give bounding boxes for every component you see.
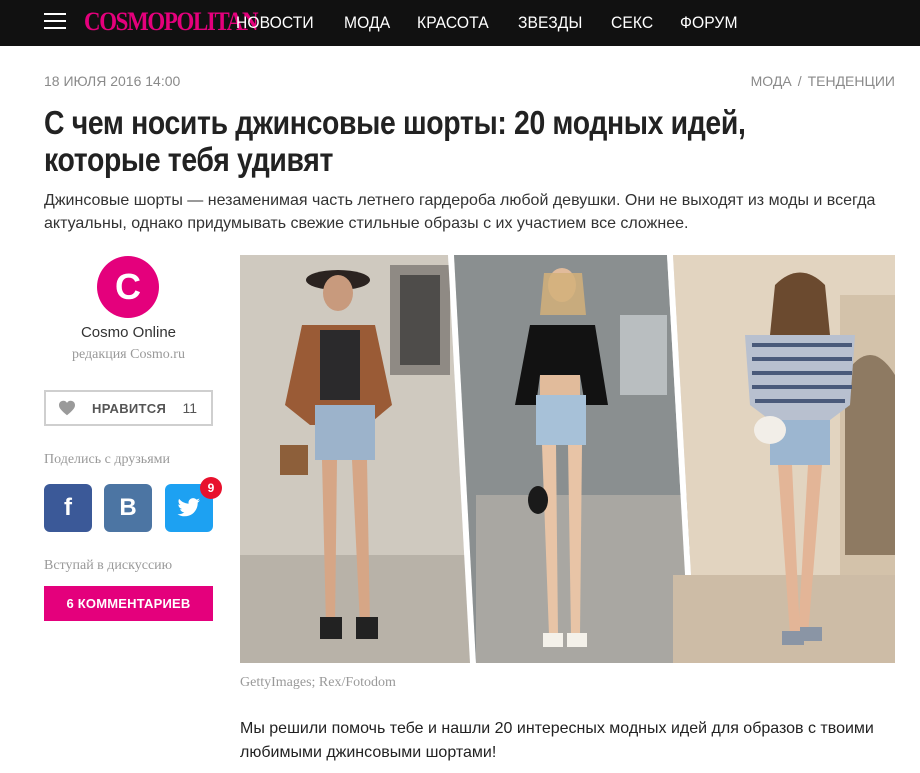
author-role: редакция Cosmo.ru — [72, 347, 185, 362]
author-name[interactable]: Cosmo Online — [44, 324, 213, 341]
twitter-count-badge: 9 — [200, 477, 222, 499]
facebook-share-button[interactable]: f — [44, 484, 92, 532]
top-navbar: COSMOPOLITAN НОВОСТИ МОДА КРАСОТА ЗВЕЗДЫ… — [0, 0, 920, 46]
vk-icon: B — [119, 494, 137, 521]
nav-item-fashion[interactable]: МОДА — [344, 13, 390, 33]
menu-icon[interactable] — [44, 13, 66, 31]
heart-icon — [59, 400, 75, 416]
article-body-paragraph: Мы решили помочь тебе и нашли 20 интерес… — [240, 720, 874, 761]
nav-item-stars[interactable]: ЗВЕЗДЫ — [518, 13, 582, 33]
article-date: 18 ИЮЛЯ 2016 14:00 — [44, 73, 181, 89]
main-nav: НОВОСТИ МОДА КРАСОТА ЗВЕЗДЫ СЕКС ФОРУМ — [236, 0, 765, 46]
breadcrumb-fashion[interactable]: МОДА — [751, 73, 792, 89]
like-button[interactable]: НРАВИТСЯ 11 — [44, 390, 213, 426]
nav-item-sex[interactable]: СЕКС — [611, 13, 653, 33]
comments-button[interactable]: 6 КОММЕНТАРИЕВ — [44, 586, 213, 621]
discussion-label: Вступай в дискуссию — [44, 558, 173, 573]
article-photo-collage[interactable] — [240, 255, 895, 663]
article-lead: Джинсовые шорты — незаменимая часть летн… — [44, 192, 876, 232]
breadcrumb: МОДА / ТЕНДЕНЦИИ — [751, 73, 895, 89]
site-logo[interactable]: COSMOPOLITAN — [84, 7, 258, 37]
breadcrumb-separator: / — [797, 73, 802, 89]
photo-caption: GettyImages; Rex/Fotodom — [240, 675, 396, 690]
like-label: НРАВИТСЯ — [92, 400, 167, 416]
breadcrumb-trends[interactable]: ТЕНДЕНЦИИ — [808, 73, 895, 89]
nav-item-news[interactable]: НОВОСТИ — [236, 13, 314, 33]
nav-item-forum[interactable]: ФОРУМ — [680, 13, 738, 33]
like-count: 11 — [182, 400, 197, 416]
vk-share-button[interactable]: B — [104, 484, 152, 532]
article-title: С чем носить джинсовые шорты: 20 модных … — [44, 104, 746, 178]
nav-item-beauty[interactable]: КРАСОТА — [417, 13, 489, 33]
author-avatar[interactable]: C — [97, 256, 159, 318]
share-label: Поделись с друзьями — [44, 452, 170, 467]
twitter-bird-icon — [177, 498, 200, 517]
facebook-icon: f — [64, 494, 72, 521]
